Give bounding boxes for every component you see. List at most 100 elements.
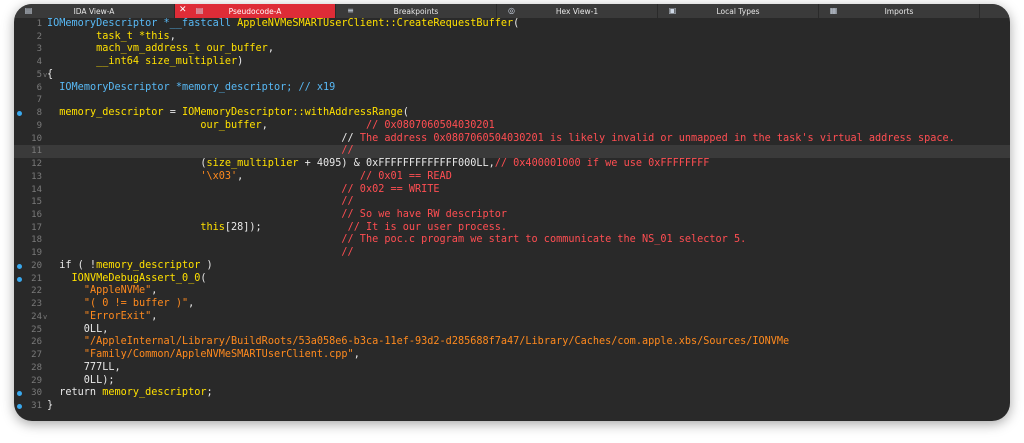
code-text: //	[47, 145, 353, 158]
code-token-st: "Family/Common/AppleNVMeSMARTUserClient.…	[83, 349, 354, 361]
line-number: 2	[36, 31, 42, 42]
code-token-st: '\x03'	[200, 170, 238, 182]
code-token-kw	[47, 311, 84, 322]
code-line[interactable]: 29 0LL);	[14, 375, 1010, 388]
code-token-fn: memory_descriptor	[59, 107, 164, 119]
close-icon[interactable]: ✕	[179, 5, 187, 15]
line-number: 26	[31, 337, 42, 348]
line-number: 15	[31, 197, 42, 208]
tab-hex-view-1[interactable]: ◎ Hex View-1	[497, 4, 658, 18]
code-text: "/AppleInternal/Library/BuildRoots/53a05…	[47, 336, 789, 349]
breakpoints-icon: ≡	[347, 6, 354, 15]
code-text: {	[47, 69, 53, 82]
code-token-kw: 0LL);	[47, 374, 115, 386]
pseudocode-view[interactable]: 1 IOMemoryDescriptor *__fastcall AppleNVM…	[14, 18, 1010, 421]
code-line[interactable]: 22 "AppleNVMe",	[14, 285, 1010, 298]
code-line[interactable]: 20 if ( !memory_descriptor )	[14, 260, 1010, 273]
code-text: this[28]); // It is our user process.	[47, 222, 507, 235]
code-line[interactable]: 1 IOMemoryDescriptor *__fastcall AppleNVM…	[14, 18, 1010, 31]
code-text: task_t *this,	[47, 31, 176, 44]
code-token-kw	[47, 31, 96, 42]
line-number: 30	[31, 388, 42, 399]
code-token-kw: ;	[206, 387, 213, 399]
code-text: "( 0 != buffer )",	[47, 298, 194, 311]
code-line[interactable]: 30 return memory_descriptor;	[14, 387, 1010, 400]
code-text: '\x03', // 0x01 == READ	[47, 171, 452, 184]
code-token-kw	[47, 171, 200, 182]
code-line[interactable]: 10 // The address 0x0807060504030201 is …	[14, 133, 1010, 146]
code-token-cm: //	[341, 196, 354, 208]
code-line[interactable]: 13 '\x03', // 0x01 == READ	[14, 171, 1010, 184]
code-line[interactable]: 19 //	[14, 247, 1010, 260]
code-token-kw	[47, 82, 59, 93]
code-line[interactable]: 4 __int64 size_multiplier)	[14, 56, 1010, 69]
code-token-fn: our_buffer	[200, 119, 262, 131]
code-text: if ( !memory_descriptor )	[47, 260, 212, 273]
line-number: 10	[31, 133, 42, 144]
code-line[interactable]: 11 //	[14, 145, 1010, 159]
code-line[interactable]: 15 //	[14, 196, 1010, 209]
code-token-kw: ,	[261, 119, 366, 131]
code-token-kw: ,	[353, 349, 360, 361]
code-line[interactable]: 25 0LL,	[14, 324, 1010, 337]
code-token-kw	[47, 120, 200, 131]
line-number: 27	[31, 350, 42, 361]
tab-label: Hex View-1	[555, 6, 599, 16]
code-line[interactable]: 23 "( 0 != buffer )",	[14, 298, 1010, 311]
code-token-fn: this	[200, 221, 225, 233]
code-token-kw	[47, 285, 84, 296]
code-token-kw: (	[402, 107, 409, 119]
line-number: 19	[31, 248, 42, 259]
code-token-cm: The address 0x0807060504030201 is likely…	[359, 132, 955, 144]
code-line[interactable]: 17 this[28]); // It is our user process.	[14, 222, 1010, 235]
code-line[interactable]: 18 // The poc.c program we start to comm…	[14, 234, 1010, 247]
code-token-cm: // 0x400001000 if we use 0xFFFFFFFF	[494, 158, 710, 170]
code-text: return memory_descriptor;	[47, 387, 213, 400]
code-line[interactable]: 6 IOMemoryDescriptor *memory_descriptor;…	[14, 82, 1010, 95]
line-number: 4	[36, 57, 42, 68]
code-line[interactable]: 31}	[14, 400, 1010, 413]
line-number: 22	[31, 286, 42, 297]
code-token-kw	[47, 145, 341, 156]
code-line[interactable]: 9 our_buffer, // 0x0807060504030201	[14, 120, 1010, 133]
code-token-fn: __int64 size_multiplier	[96, 56, 238, 68]
code-token-kw	[47, 349, 84, 360]
code-line[interactable]: 26 "/AppleInternal/Library/BuildRoots/53…	[14, 336, 1010, 349]
tab-ida-view-a[interactable]: ▤ IDA View-A	[14, 4, 175, 18]
code-line[interactable]: 16 // So we have RW descriptor	[14, 209, 1010, 222]
line-number: 9	[36, 120, 42, 131]
code-token-kw	[47, 184, 341, 195]
code-line[interactable]: 14 // 0x02 == WRITE	[14, 184, 1010, 197]
code-text: our_buffer, // 0x0807060504030201	[47, 119, 494, 133]
code-line[interactable]: 27 "Family/Common/AppleNVMeSMARTUserClie…	[14, 349, 1010, 362]
code-line[interactable]: 8 memory_descriptor = IOMemoryDescriptor…	[14, 107, 1010, 120]
tab-label: IDA View-A	[73, 6, 115, 16]
code-text: 0LL);	[47, 374, 115, 388]
code-line[interactable]: 5 v{	[14, 69, 1010, 82]
code-text: "AppleNVMe",	[47, 285, 158, 298]
code-line[interactable]: 2 task_t *this,	[14, 31, 1010, 44]
code-line[interactable]: 28 777LL,	[14, 362, 1010, 375]
tab-local-types[interactable]: ▣ Local Types	[658, 4, 819, 18]
code-token-kw: ,	[267, 43, 274, 55]
code-token-kw: ,	[188, 298, 195, 310]
line-number: 24	[31, 311, 42, 322]
line-number: 12	[31, 159, 42, 170]
code-token-ty: IOMemoryDescriptor *__fastcall	[47, 18, 238, 29]
line-number: 3	[36, 44, 42, 55]
code-line[interactable]: 12 (size_multiplier + 4095) & 0xFFFFFFFF…	[14, 158, 1010, 171]
line-number: 8	[36, 108, 42, 119]
tab-breakpoints[interactable]: ≡ Breakpoints	[336, 4, 497, 18]
code-token-cm: // The poc.c program we start to communi…	[341, 234, 747, 246]
code-token-kw: )	[237, 56, 244, 68]
code-token-kw: =	[163, 107, 182, 119]
code-line[interactable]: 24 v "ErrorExit",	[14, 311, 1010, 324]
line-number: 5	[36, 69, 42, 80]
tab-pseudocode-a[interactable]: ✕ ▤ Pseudocode-A	[175, 4, 336, 18]
code-line[interactable]: 21 IONVMeDebugAssert_0_0(	[14, 273, 1010, 286]
code-line[interactable]: 3 mach_vm_address_t our_buffer,	[14, 43, 1010, 56]
code-token-kw: ,	[151, 285, 158, 297]
code-token-st: "AppleNVMe"	[83, 285, 152, 297]
code-line[interactable]: 7	[14, 94, 1010, 107]
tab-imports[interactable]: ▦ Imports	[819, 4, 980, 18]
